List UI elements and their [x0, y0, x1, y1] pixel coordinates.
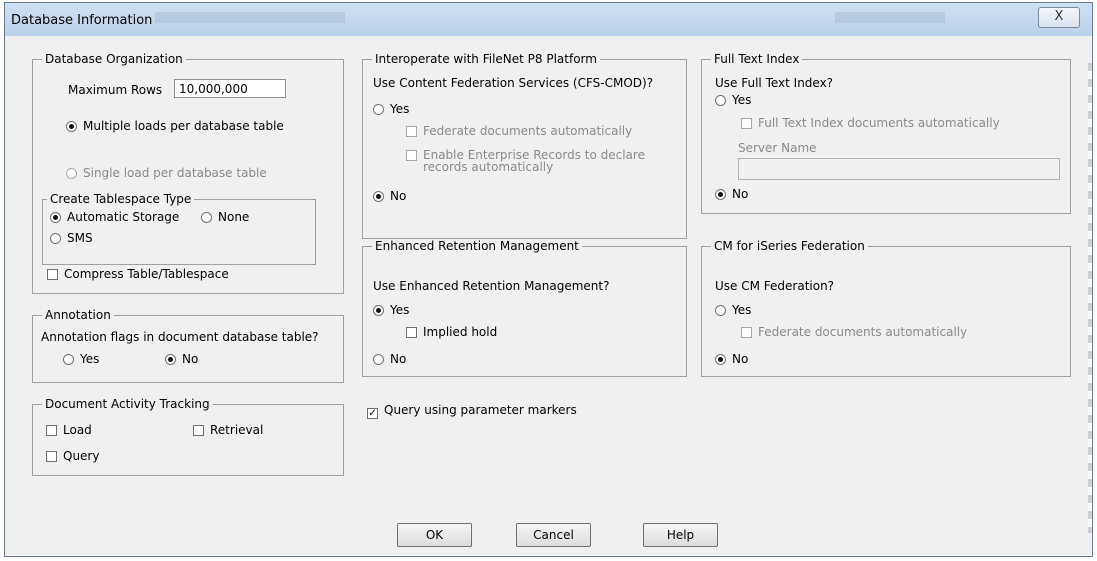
group-legend: Annotation — [42, 308, 114, 322]
create-tablespace-type-group: Create Tablespace Type Automatic Storage… — [42, 192, 316, 265]
dialog-title: Database Information — [11, 13, 153, 28]
background-ghost-text — [155, 12, 345, 23]
query-checkbox[interactable]: Query — [46, 449, 99, 463]
load-checkbox[interactable]: Load — [46, 423, 92, 437]
full-text-index-group: Full Text Index Use Full Text Index? Yes… — [701, 52, 1071, 214]
checkbox-icon — [47, 269, 58, 280]
cm-no-radio[interactable]: No — [715, 352, 748, 366]
group-legend: Full Text Index — [711, 52, 803, 66]
help-button[interactable]: Help — [643, 523, 718, 547]
enable-enterprise-records-label-line2: records automatically — [423, 160, 554, 174]
group-legend: Create Tablespace Type — [47, 192, 195, 206]
dialog-body: Database Organization Maximum Rows Multi… — [11, 36, 1086, 550]
radio-empty-icon — [715, 95, 726, 106]
server-name-label: Server Name — [738, 141, 817, 155]
implied-hold-checkbox[interactable]: Implied hold — [406, 325, 497, 339]
database-organization-group: Database Organization Maximum Rows Multi… — [32, 52, 344, 294]
radio-empty-icon — [66, 168, 77, 179]
checkbox-icon — [741, 118, 752, 129]
annotation-question: Annotation flags in document database ta… — [41, 330, 319, 344]
radio-selected-icon — [373, 305, 384, 316]
full-text-question: Use Full Text Index? — [715, 76, 834, 90]
group-legend: CM for iSeries Federation — [711, 239, 868, 253]
filenet-p8-group: Interoperate with FileNet P8 Platform Us… — [362, 52, 687, 239]
checkbox-icon — [46, 425, 57, 436]
group-legend: Enhanced Retention Management — [372, 239, 582, 253]
radio-selected-icon — [715, 189, 726, 200]
radio-empty-icon — [373, 354, 384, 365]
radio-selected-icon — [165, 354, 176, 365]
filenet-question: Use Content Federation Services (CFS-CMO… — [373, 76, 654, 90]
radio-empty-icon — [63, 354, 74, 365]
close-button[interactable]: X — [1038, 7, 1080, 28]
window-edge-decoration — [1088, 63, 1092, 533]
annotation-yes-radio[interactable]: Yes — [63, 352, 99, 366]
checkbox-icon — [46, 451, 57, 462]
radio-empty-icon — [201, 212, 212, 223]
annotation-group: Annotation Annotation flags in document … — [32, 308, 344, 383]
close-icon: X — [1054, 9, 1064, 24]
radio-selected-icon — [66, 121, 77, 132]
enhanced-retention-group: Enhanced Retention Management Use Enhanc… — [362, 239, 687, 377]
radio-empty-icon — [715, 305, 726, 316]
group-legend: Database Organization — [42, 52, 186, 66]
multiple-loads-radio[interactable]: Multiple loads per database table — [66, 119, 284, 133]
federate-documents-checkbox[interactable]: Federate documents automatically — [406, 124, 632, 138]
cancel-button[interactable]: Cancel — [516, 523, 591, 547]
maximum-rows-input[interactable] — [174, 79, 286, 98]
compress-checkbox[interactable]: Compress Table/Tablespace — [47, 267, 229, 281]
full-text-no-radio[interactable]: No — [715, 187, 748, 201]
group-legend: Document Activity Tracking — [42, 397, 213, 411]
retrieval-checkbox[interactable]: Retrieval — [193, 423, 263, 437]
group-legend: Interoperate with FileNet P8 Platform — [372, 52, 600, 66]
maximum-rows-label: Maximum Rows — [68, 83, 163, 97]
annotation-no-radio[interactable]: No — [165, 352, 198, 366]
query-parameter-markers-checkbox[interactable]: ✓ Query using parameter markers — [367, 403, 577, 419]
sms-radio[interactable]: SMS — [50, 231, 93, 245]
title-bar: Database Information X — [5, 3, 1092, 36]
full-text-yes-radio[interactable]: Yes — [715, 93, 751, 107]
filenet-yes-radio[interactable]: Yes — [373, 102, 409, 116]
cm-yes-radio[interactable]: Yes — [715, 303, 751, 317]
cm-question: Use CM Federation? — [715, 279, 835, 293]
checkbox-icon — [193, 425, 204, 436]
background-ghost-text — [835, 12, 945, 23]
none-radio[interactable]: None — [201, 210, 249, 224]
checkbox-icon — [741, 327, 752, 338]
retention-no-radio[interactable]: No — [373, 352, 406, 366]
checkbox-icon — [406, 327, 417, 338]
ok-button[interactable]: OK — [397, 523, 472, 547]
radio-empty-icon — [50, 233, 61, 244]
checkbox-icon — [406, 150, 417, 161]
cm-iseries-federation-group: CM for iSeries Federation Use CM Federat… — [701, 239, 1071, 377]
full-text-auto-checkbox[interactable]: Full Text Index documents automatically — [741, 116, 1000, 130]
retention-yes-radio[interactable]: Yes — [373, 303, 409, 317]
radio-empty-icon — [373, 104, 384, 115]
radio-selected-icon — [715, 354, 726, 365]
checkbox-icon — [406, 126, 417, 137]
cm-federate-checkbox[interactable]: Federate documents automatically — [741, 325, 967, 339]
radio-selected-icon — [373, 191, 384, 202]
filenet-no-radio[interactable]: No — [373, 189, 406, 203]
checkmark-icon: ✓ — [367, 408, 378, 419]
database-information-dialog: Database Information X Database Organiza… — [4, 2, 1093, 557]
single-load-radio[interactable]: Single load per database table — [66, 166, 267, 180]
server-name-input[interactable] — [738, 158, 1060, 180]
radio-selected-icon — [50, 212, 61, 223]
retention-question: Use Enhanced Retention Management? — [373, 279, 610, 293]
document-activity-tracking-group: Document Activity Tracking Load Retrieva… — [32, 397, 344, 476]
automatic-storage-radio[interactable]: Automatic Storage — [50, 210, 179, 224]
